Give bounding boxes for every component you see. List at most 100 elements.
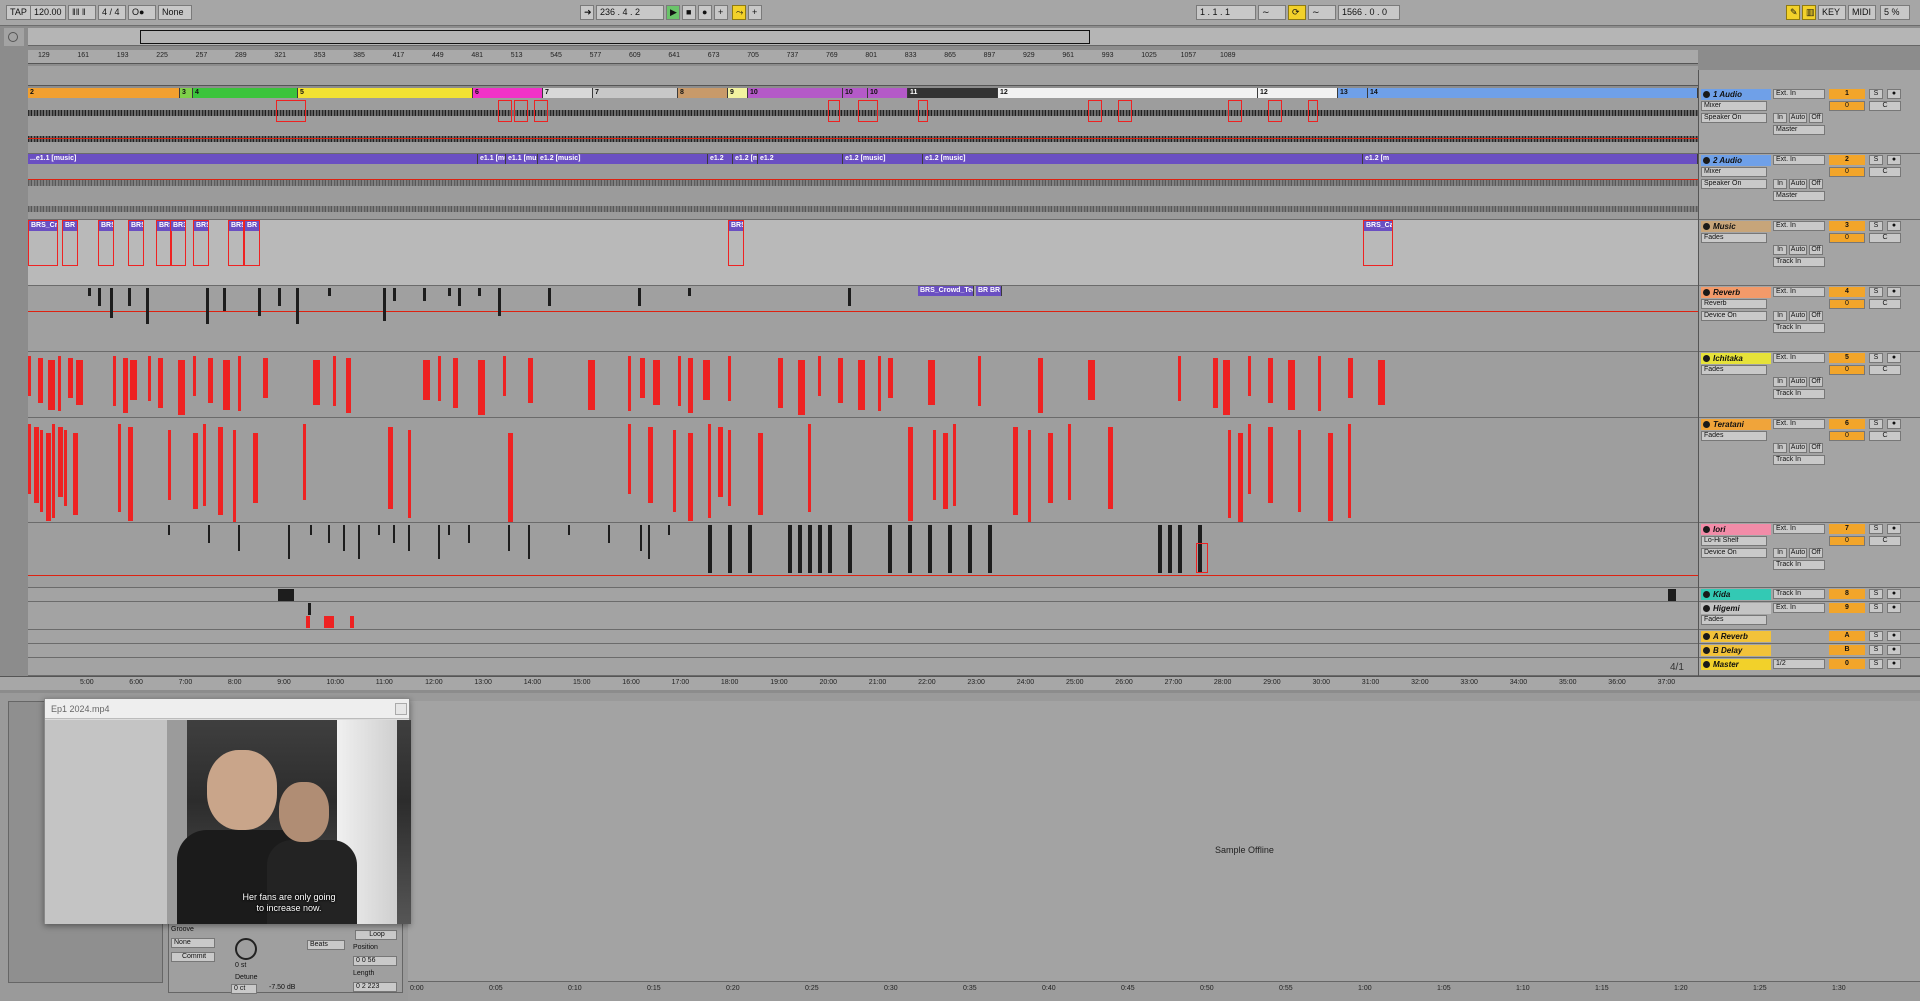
dialogue-clip[interactable] bbox=[508, 433, 513, 522]
automation-envelope[interactable] bbox=[828, 100, 840, 122]
automation-parameter[interactable]: Speaker On bbox=[1701, 179, 1767, 189]
track-name[interactable]: Teratani bbox=[1701, 419, 1771, 430]
dialogue-clip[interactable] bbox=[953, 424, 956, 506]
dialogue-clip[interactable] bbox=[58, 427, 63, 497]
audio-clip[interactable] bbox=[128, 288, 131, 306]
teratani-clip-row[interactable] bbox=[28, 418, 1698, 522]
dialogue-clip[interactable] bbox=[848, 525, 852, 573]
dialogue-clip[interactable] bbox=[678, 356, 681, 406]
input-type-dropdown[interactable]: Track In bbox=[1773, 589, 1825, 599]
input-type-dropdown[interactable]: Ext. In bbox=[1773, 603, 1825, 613]
clip-marker[interactable]: 11 bbox=[908, 88, 998, 98]
track-header[interactable]: 2 Audio Ext. In Mixer Speaker On Master 2 S ● In… bbox=[1699, 154, 1920, 220]
solo-button[interactable]: S bbox=[1869, 221, 1883, 231]
monitor-in-button[interactable]: In bbox=[1773, 311, 1787, 321]
dialogue-clip[interactable] bbox=[568, 525, 570, 535]
dialogue-clip[interactable] bbox=[628, 424, 631, 494]
track-header[interactable]: A Reverb A S ● bbox=[1699, 630, 1920, 644]
dialogue-clip[interactable] bbox=[46, 433, 51, 521]
arm-icon[interactable]: ● bbox=[1887, 645, 1901, 655]
dialogue-clip[interactable] bbox=[203, 424, 206, 506]
dialogue-clip[interactable] bbox=[168, 525, 170, 535]
warp-mode-dropdown[interactable]: Beats bbox=[307, 940, 345, 950]
solo-button[interactable]: S bbox=[1869, 155, 1883, 165]
dialogue-clip[interactable] bbox=[128, 427, 133, 521]
monitor-auto-button[interactable]: Auto bbox=[1789, 113, 1807, 123]
track-header[interactable]: Higemi Ext. In Fades 9 S ● bbox=[1699, 602, 1920, 630]
arm-icon[interactable]: ● bbox=[1887, 287, 1901, 297]
device-chooser[interactable]: Lo-Hi Shelf bbox=[1701, 536, 1767, 546]
music-clip[interactable]: BR bbox=[244, 220, 260, 266]
audio2-clip-row[interactable]: ...e1.1 [music]e1.1 [mue1.1 [music]e1.2 … bbox=[28, 154, 1698, 164]
dialogue-clip[interactable] bbox=[933, 430, 936, 500]
loop-switch-icon[interactable]: ⟳ bbox=[1288, 5, 1306, 20]
dialogue-clip[interactable] bbox=[1328, 433, 1333, 521]
track-lane-2-audio[interactable]: ...e1.1 [music]e1.1 [mue1.1 [music]e1.2 … bbox=[28, 154, 1698, 220]
video-window[interactable]: Ep1 2024.mp4 Her fans are only going to … bbox=[44, 698, 411, 924]
monitor-off-button[interactable]: Off bbox=[1809, 245, 1823, 255]
audio-clip[interactable] bbox=[548, 288, 551, 306]
track-activator[interactable]: 3 bbox=[1829, 221, 1865, 231]
arm-icon[interactable]: ● bbox=[1887, 524, 1901, 534]
quantize-dropdown[interactable]: None bbox=[158, 5, 192, 20]
dialogue-clip[interactable] bbox=[1028, 430, 1031, 522]
arm-icon[interactable]: ● bbox=[1887, 659, 1901, 669]
track-fold-icon[interactable] bbox=[1703, 223, 1710, 230]
output-dropdown[interactable]: Master bbox=[1773, 191, 1825, 201]
dialogue-clip[interactable] bbox=[288, 525, 290, 559]
pan-field[interactable]: C bbox=[1869, 431, 1901, 441]
dialogue-clip[interactable] bbox=[673, 430, 676, 512]
groove-dropdown[interactable]: None bbox=[171, 938, 215, 948]
pan-field[interactable]: C bbox=[1869, 101, 1901, 111]
audio-clip[interactable] bbox=[638, 288, 641, 306]
dialogue-clip[interactable] bbox=[628, 356, 631, 411]
audio-clip[interactable] bbox=[448, 288, 451, 296]
dialogue-clip[interactable] bbox=[328, 525, 330, 543]
track-lane-music[interactable]: BRS_CroBRBRSBRSBRSBR3BRSBRSBRBRSBRS_Ca bbox=[28, 220, 1698, 286]
output-dropdown[interactable]: Track In bbox=[1773, 323, 1825, 333]
dialogue-clip[interactable] bbox=[303, 424, 306, 500]
audio-clip[interactable]: e1.2 [music] bbox=[923, 154, 1363, 164]
pan-field[interactable]: C bbox=[1869, 536, 1901, 546]
transpose-knob[interactable] bbox=[235, 938, 257, 960]
commit-button[interactable]: Commit bbox=[171, 952, 215, 962]
dialogue-clip[interactable] bbox=[123, 358, 128, 413]
clip-marker[interactable]: 8 bbox=[678, 88, 728, 98]
track-lane-ichitaka[interactable] bbox=[28, 352, 1698, 418]
draw-mode-icon[interactable]: ✎ bbox=[1786, 5, 1800, 20]
clip-marker[interactable]: 7 bbox=[593, 88, 678, 98]
audio-clip[interactable]: e1.2 [music] bbox=[843, 154, 923, 164]
audio-clip[interactable] bbox=[88, 288, 91, 296]
clip-marker[interactable]: 10 bbox=[868, 88, 908, 98]
add-icon[interactable]: + bbox=[714, 5, 728, 20]
automation-envelope[interactable] bbox=[1196, 543, 1208, 573]
dialogue-clip[interactable] bbox=[438, 356, 441, 401]
monitor-off-button[interactable]: Off bbox=[1809, 113, 1823, 123]
automation-envelope[interactable] bbox=[498, 100, 512, 122]
sample-display[interactable] bbox=[408, 701, 1920, 981]
scene-locator-strip[interactable] bbox=[28, 66, 1698, 86]
audio-clip[interactable] bbox=[98, 288, 101, 306]
audio-clip[interactable] bbox=[848, 288, 851, 306]
tempo-field[interactable]: 120.00 bbox=[30, 5, 66, 20]
track-header[interactable]: Music Ext. In Fades Track In 3 S ● In Auto Off 0 C bbox=[1699, 220, 1920, 286]
dialogue-clip[interactable] bbox=[468, 525, 470, 543]
track-name[interactable]: Ichitaka bbox=[1701, 353, 1771, 364]
monitor-in-button[interactable]: In bbox=[1773, 548, 1787, 558]
dialogue-clip[interactable] bbox=[1248, 356, 1251, 396]
dialogue-clip[interactable] bbox=[640, 358, 645, 398]
gain-value[interactable]: -7.50 dB bbox=[269, 984, 295, 991]
dialogue-clip[interactable] bbox=[193, 433, 198, 509]
solo-button[interactable]: S bbox=[1869, 631, 1883, 641]
automation-parameter[interactable]: Speaker On bbox=[1701, 113, 1767, 123]
arm-icon[interactable]: ● bbox=[1887, 353, 1901, 363]
automation-envelope[interactable] bbox=[858, 100, 878, 122]
dialogue-clip[interactable] bbox=[118, 424, 121, 512]
arm-icon[interactable]: ● bbox=[1887, 603, 1901, 613]
dialogue-clip[interactable] bbox=[818, 525, 822, 573]
dialogue-clip[interactable] bbox=[748, 525, 752, 573]
automation-parameter[interactable]: Device On bbox=[1701, 548, 1767, 558]
volume-field[interactable]: 0 bbox=[1829, 536, 1865, 546]
audio-clip[interactable]: e1.1 [music] bbox=[506, 154, 538, 164]
automation-parameter[interactable]: Device On bbox=[1701, 311, 1767, 321]
